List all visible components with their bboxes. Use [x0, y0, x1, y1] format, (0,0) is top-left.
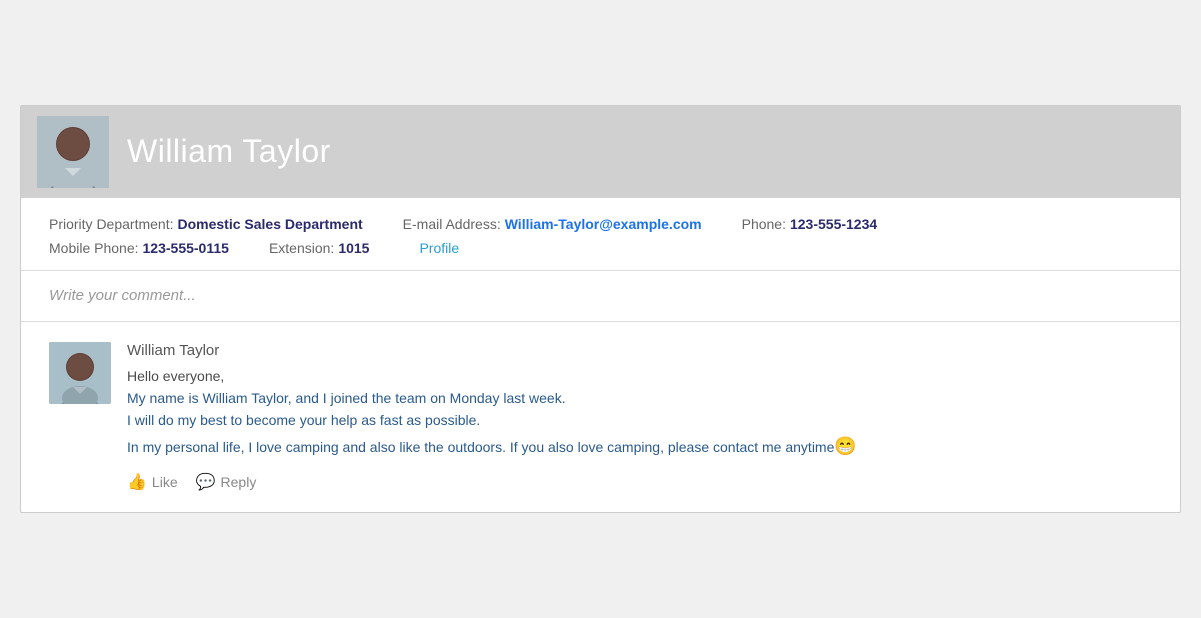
post-item: William Taylor Hello everyone, My name i… [49, 342, 1152, 493]
mobile-value: 123-555-0115 [143, 240, 229, 256]
profile-card: William Taylor Priority Department: Dome… [20, 105, 1181, 514]
info-row-2: Mobile Phone: 123-555-0115 Extension: 10… [49, 240, 1152, 256]
post-section: William Taylor Hello everyone, My name i… [21, 322, 1180, 513]
mobile-label: Mobile Phone: [49, 240, 139, 256]
info-bar: Priority Department: Domestic Sales Depa… [21, 198, 1180, 271]
post-actions: 👍 Like 💬 Reply [127, 472, 1152, 492]
reply-button[interactable]: 💬 Reply [196, 472, 257, 492]
post-line-4: In my personal life, I love camping and … [127, 432, 1152, 461]
comment-placeholder[interactable]: Write your comment... [49, 287, 196, 304]
priority-dept-label: Priority Department: [49, 216, 173, 232]
email-label: E-mail Address: [403, 216, 501, 232]
avatar [37, 116, 109, 188]
like-label: Like [152, 474, 178, 490]
extension-label: Extension: [269, 240, 334, 256]
extension-value: 1015 [338, 240, 369, 256]
post-content: William Taylor Hello everyone, My name i… [127, 342, 1152, 493]
post-text: Hello everyone, My name is William Taylo… [127, 365, 1152, 461]
reply-label: Reply [221, 474, 257, 490]
post-line-3: I will do my best to become your help as… [127, 409, 1152, 431]
profile-name: William Taylor [127, 133, 331, 170]
post-line-1: Hello everyone, [127, 365, 1152, 387]
emoji: 😁 [834, 436, 856, 456]
priority-dept-value: Domestic Sales Department [177, 216, 362, 232]
email-value: William-Taylor@example.com [505, 216, 702, 232]
like-button[interactable]: 👍 Like [127, 472, 178, 492]
phone-value: 123-555-1234 [790, 216, 877, 232]
like-icon: 👍 [127, 472, 147, 492]
profile-link[interactable]: Profile [419, 240, 459, 256]
post-author: William Taylor [127, 342, 1152, 359]
phone-label: Phone: [742, 216, 786, 232]
post-avatar [49, 342, 111, 404]
profile-header: William Taylor [21, 106, 1180, 198]
info-row-1: Priority Department: Domestic Sales Depa… [49, 216, 1152, 232]
reply-icon: 💬 [196, 472, 216, 492]
post-line-2: My name is William Taylor, and I joined … [127, 387, 1152, 409]
comment-input-area[interactable]: Write your comment... [21, 271, 1180, 322]
